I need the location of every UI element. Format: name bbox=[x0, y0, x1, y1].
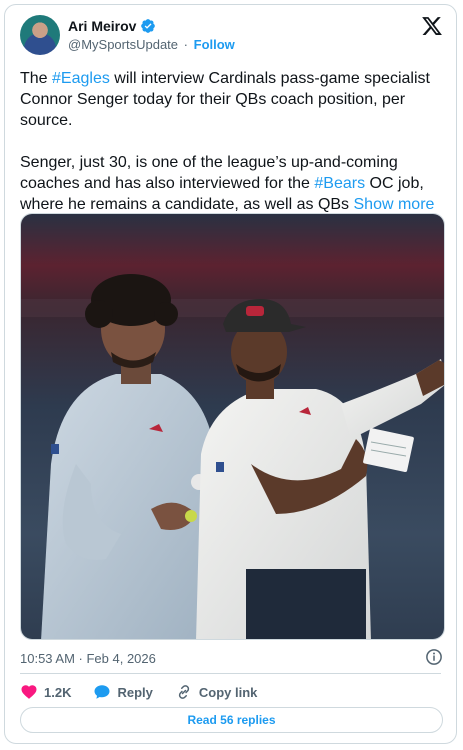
copy-link-label: Copy link bbox=[198, 684, 258, 700]
author-block: Ari Meirov @MySportsUpdate · Follow bbox=[68, 17, 235, 54]
tweet-paragraph: The #Eagles will interview Cardinals pas… bbox=[20, 70, 430, 129]
tweet-timestamp[interactable]: 10:53 AM · Feb 4, 2026 bbox=[20, 651, 156, 666]
divider bbox=[20, 673, 441, 674]
action-bar: 1.2K Reply Copy link bbox=[20, 681, 279, 703]
x-logo-icon[interactable] bbox=[421, 15, 443, 37]
hashtag-eagles[interactable]: #Eagles bbox=[52, 70, 110, 87]
follow-button[interactable]: Follow bbox=[194, 37, 235, 52]
show-more-link[interactable]: Show more bbox=[354, 196, 435, 213]
reply-button[interactable]: Reply bbox=[93, 683, 153, 701]
tweet-text: The #Eagles will interview Cardinals pas… bbox=[20, 68, 445, 215]
read-replies-button[interactable]: Read 56 replies bbox=[20, 707, 443, 733]
heart-icon bbox=[21, 685, 37, 699]
author-name[interactable]: Ari Meirov bbox=[68, 17, 136, 35]
tweet-paragraph: Senger, just 30, is one of the league’s … bbox=[20, 154, 435, 213]
info-icon[interactable] bbox=[425, 648, 443, 666]
link-icon bbox=[178, 685, 190, 699]
like-button[interactable]: 1.2K bbox=[20, 683, 71, 701]
avatar[interactable] bbox=[20, 15, 60, 55]
copy-link-button[interactable]: Copy link bbox=[175, 683, 258, 701]
coaches-photo bbox=[21, 214, 444, 639]
author-handle[interactable]: @MySportsUpdate bbox=[68, 37, 178, 52]
verified-badge-icon bbox=[141, 19, 156, 33]
like-count: 1.2K bbox=[44, 684, 72, 700]
handle-separator: · bbox=[183, 37, 188, 52]
speech-bubble-icon bbox=[94, 685, 110, 699]
reply-label: Reply bbox=[117, 684, 153, 700]
tweet-photo[interactable] bbox=[20, 213, 445, 640]
tweet-card: Ari Meirov @MySportsUpdate · Follow The … bbox=[4, 4, 457, 744]
hashtag-bears[interactable]: #Bears bbox=[314, 175, 365, 192]
